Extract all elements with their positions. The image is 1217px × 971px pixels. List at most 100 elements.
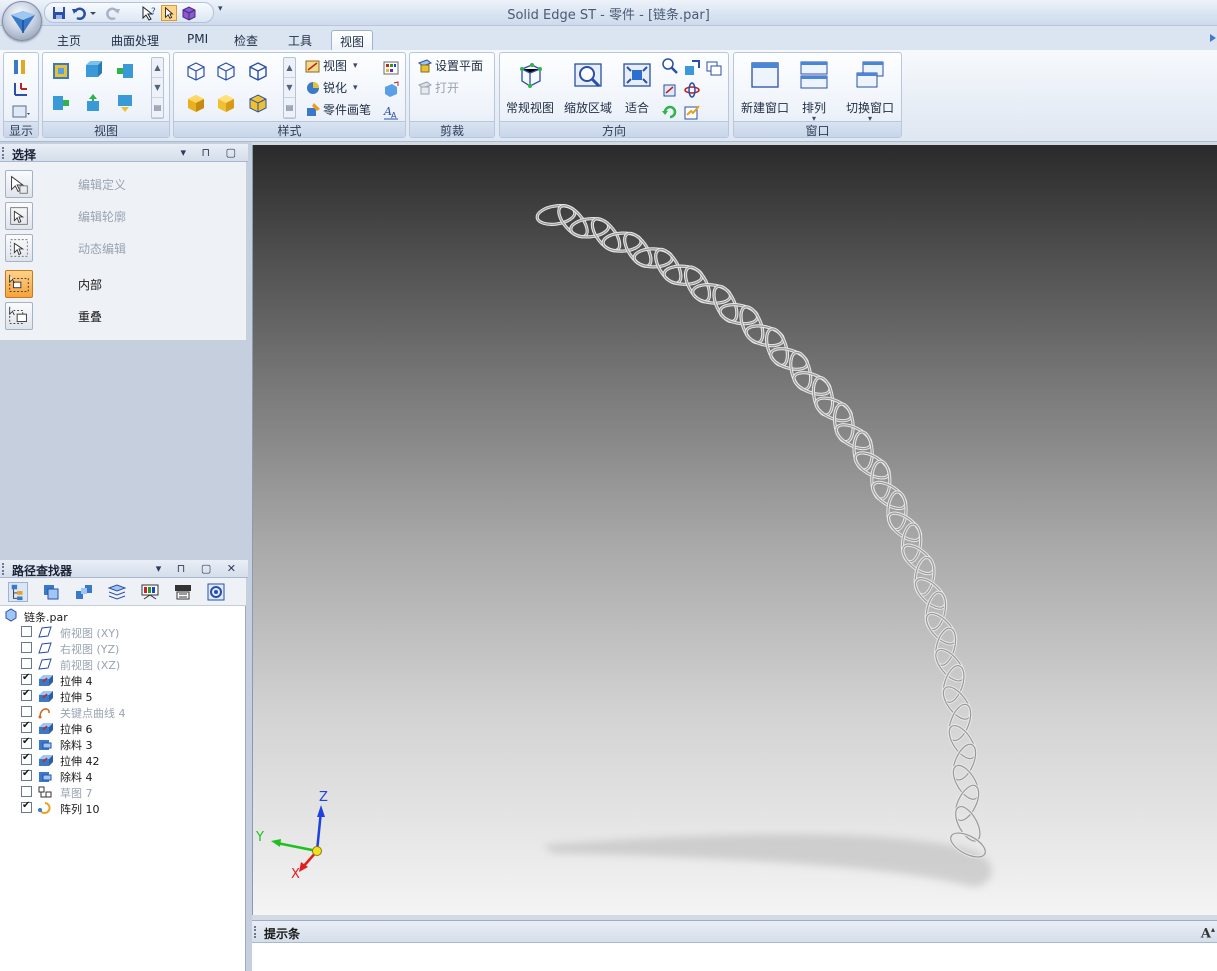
coordinate-display-icon[interactable] — [11, 79, 31, 99]
simulation-icon[interactable] — [173, 582, 193, 602]
rotate-icon[interactable] — [661, 81, 679, 99]
view-front-icon[interactable] — [83, 93, 103, 113]
engineering-reference-icon[interactable] — [206, 582, 226, 602]
open-clip-button[interactable]: 打开 — [417, 79, 459, 99]
spin-about-icon[interactable] — [683, 81, 701, 99]
graphics-viewport[interactable]: Z Y X — [252, 145, 1217, 915]
select-item-edit-definition[interactable]: 编辑定义 — [0, 167, 246, 199]
select-item-overlap[interactable]: 重叠 — [0, 299, 246, 331]
visible-edges-style-icon[interactable] — [246, 59, 270, 83]
wireframe-style-icon[interactable] — [184, 59, 208, 83]
view-style-button[interactable]: 视图 ▾ — [305, 57, 358, 77]
view-bottom-icon[interactable] — [115, 93, 135, 113]
zoom-icon[interactable] — [661, 57, 679, 75]
visibility-checkbox[interactable] — [21, 736, 32, 749]
view-top-icon[interactable] — [51, 61, 71, 81]
visibility-checkbox[interactable] — [21, 800, 32, 813]
tab-home[interactable]: 主页 — [49, 30, 89, 50]
part-icon[interactable] — [181, 5, 197, 21]
select-tool-icon[interactable] — [161, 5, 177, 21]
zoom-area-button[interactable]: 缩放区域 — [562, 59, 614, 116]
visibility-checkbox[interactable] — [21, 752, 32, 765]
redo-icon[interactable] — [105, 5, 121, 21]
layers-icon[interactable] — [107, 582, 127, 602]
view-iso-icon[interactable] — [83, 59, 103, 79]
view-right-icon[interactable] — [115, 61, 135, 81]
tab-tools[interactable]: 工具 — [280, 30, 320, 50]
tree-item[interactable]: 除料 4 — [0, 768, 246, 784]
help-icon[interactable] — [1207, 32, 1217, 44]
model-canvas[interactable]: Z Y X — [253, 145, 1217, 915]
visibility-checkbox[interactable] — [21, 626, 32, 637]
tree-item[interactable]: 阵列 10 — [0, 800, 246, 816]
undo-dropdown-icon[interactable] — [89, 5, 97, 21]
tree-item[interactable]: 右视图 (YZ) — [0, 640, 246, 656]
select-item-edit-profile[interactable]: 编辑轮廓 — [0, 199, 246, 231]
shaded-visible-edges-style-icon[interactable] — [246, 91, 270, 115]
panel-grip-icon[interactable] — [2, 147, 5, 159]
shaded-edges-style-icon[interactable] — [214, 91, 238, 115]
visibility-checkbox[interactable] — [21, 658, 32, 669]
tree-item[interactable]: 拉伸 6 — [0, 720, 246, 736]
panel-window-buttons[interactable]: ▾ ⊓ ▢ — [181, 146, 243, 159]
panel-window-buttons[interactable]: ▾ ⊓ ▢ ✕ — [156, 562, 242, 575]
hidden-edges-style-icon[interactable] — [214, 59, 238, 83]
feature-tree-icon[interactable] — [8, 582, 28, 602]
tab-view[interactable]: 视图 — [331, 30, 374, 50]
display-options-icon[interactable] — [11, 101, 31, 121]
shaded-style-icon[interactable] — [184, 91, 208, 115]
save-icon[interactable] — [51, 5, 67, 21]
display-toggle-icon[interactable] — [11, 57, 31, 77]
visibility-checkbox[interactable] — [21, 720, 32, 733]
sensors-icon[interactable] — [140, 582, 160, 602]
family-of-parts-icon[interactable] — [74, 582, 94, 602]
visibility-checkbox[interactable] — [21, 672, 32, 685]
view-properties-icon[interactable] — [683, 103, 701, 121]
style-gallery-scroller[interactable]: ▲ ▼ ▤ — [283, 57, 296, 119]
tree-item[interactable]: 关键点曲线 4 — [0, 704, 246, 720]
tree-item[interactable]: 拉伸 42 — [0, 752, 246, 768]
color-manager-icon[interactable] — [382, 59, 400, 77]
part-painter-button[interactable]: 零件画笔 — [305, 101, 371, 121]
visibility-checkbox[interactable] — [21, 768, 32, 781]
tab-surfacing[interactable]: 曲面处理 — [103, 30, 167, 50]
tree-item[interactable]: 拉伸 4 — [0, 672, 246, 688]
tree-item[interactable]: 拉伸 5 — [0, 688, 246, 704]
application-button[interactable] — [2, 1, 42, 41]
qat-customize-icon[interactable]: ▾ — [218, 4, 223, 14]
feature-library-icon[interactable] — [41, 582, 61, 602]
chain-model[interactable] — [535, 201, 989, 862]
visibility-checkbox[interactable] — [21, 706, 32, 717]
set-clip-plane-button[interactable]: 设置平面 — [417, 57, 483, 77]
fit-button[interactable]: 适合 — [612, 59, 662, 116]
previous-view-icon[interactable] — [705, 59, 723, 77]
switch-window-button[interactable]: 切换窗口 ▾ — [840, 59, 900, 123]
font-size-button[interactable]: A▴ — [1201, 924, 1215, 941]
tree-root[interactable]: 链条.par — [0, 608, 246, 624]
panel-grip-icon[interactable] — [2, 563, 5, 575]
visibility-checkbox[interactable] — [21, 688, 32, 701]
visibility-checkbox[interactable] — [21, 642, 32, 653]
tree-item[interactable]: 草图 7 — [0, 784, 246, 800]
pan-icon[interactable] — [683, 59, 701, 77]
arrange-button[interactable]: 排列 ▾ — [792, 59, 836, 123]
select-item-dynamic-edit[interactable]: 动态编辑 — [0, 231, 246, 263]
views-gallery-scroller[interactable]: ▲ ▼ ▤ — [151, 57, 164, 119]
visibility-checkbox[interactable] — [21, 786, 32, 797]
undo-icon[interactable] — [71, 5, 87, 21]
panel-grip-icon[interactable] — [254, 926, 257, 938]
tab-pmi[interactable]: PMI — [179, 30, 216, 50]
tree-item[interactable]: 俯视图 (XY) — [0, 624, 246, 640]
help-cursor-icon[interactable]: ? — [141, 5, 157, 21]
sharpen-button[interactable]: 锐化 ▾ — [305, 79, 358, 99]
select-item-inside[interactable]: 内部 — [0, 267, 246, 299]
tree-item[interactable]: 除料 3 — [0, 736, 246, 752]
refresh-view-icon[interactable] — [661, 103, 679, 121]
new-window-button[interactable]: 新建窗口 — [736, 59, 794, 116]
tab-inspect[interactable]: 检查 — [226, 30, 266, 50]
view-left-icon[interactable] — [51, 93, 71, 113]
face-style-icon[interactable] — [382, 81, 400, 99]
text-style-icon[interactable]: AA — [382, 103, 400, 121]
standard-view-button[interactable]: 常规视图 — [504, 59, 556, 116]
tree-item[interactable]: 前视图 (XZ) — [0, 656, 246, 672]
